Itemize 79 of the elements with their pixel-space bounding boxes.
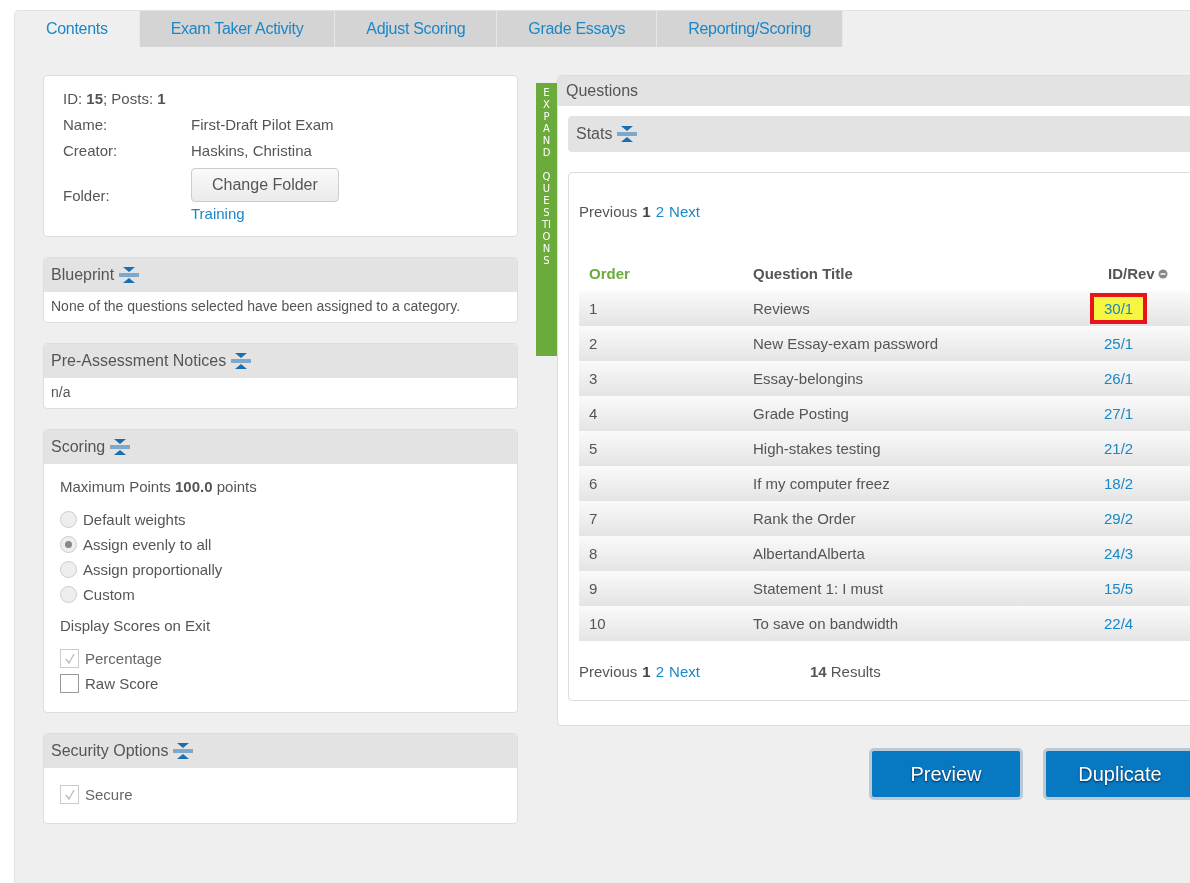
- collapse-icon[interactable]: [118, 266, 141, 284]
- tab[interactable]: Exam Taker Activity: [139, 11, 336, 47]
- display-scores-label: Display Scores on Exit: [60, 617, 212, 634]
- table-cell-text: 10: [589, 615, 607, 632]
- table-cell-text: 4: [589, 405, 599, 422]
- id-rev-link[interactable]: 18/2: [1094, 472, 1144, 495]
- collapse-icon[interactable]: [230, 352, 253, 370]
- table-cell-text: 3: [589, 370, 599, 387]
- expand-questions-tab[interactable]: EXPAND QUESTIONS: [536, 83, 557, 356]
- option-label: Assign proportionally: [83, 561, 223, 578]
- page-link[interactable]: 1: [642, 663, 651, 680]
- radio-button[interactable]: [60, 561, 77, 578]
- option-label: Default weights: [83, 511, 186, 528]
- collapse-icon[interactable]: [172, 742, 195, 760]
- previous-label: Previous: [579, 663, 638, 680]
- id-rev-link[interactable]: 25/1: [1094, 332, 1144, 355]
- section-title: Security Options: [51, 742, 169, 760]
- table-cell-text: 2: [589, 335, 599, 352]
- sort-icon[interactable]: [1157, 268, 1168, 279]
- page-link[interactable]: 2: [655, 663, 665, 680]
- table-cell-text: 1: [589, 300, 599, 317]
- field-label: Name:: [63, 116, 109, 133]
- folder-link[interactable]: Training: [191, 205, 245, 222]
- section-title: Pre-Assessment Notices: [51, 352, 227, 370]
- checkmark-icon: [63, 788, 76, 801]
- page-link[interactable]: 1: [642, 203, 651, 220]
- checkmark-icon: [63, 652, 76, 665]
- id-rev-link[interactable]: 29/2: [1094, 507, 1144, 530]
- section-title: Scoring: [51, 438, 106, 456]
- collapse-icon[interactable]: [616, 125, 639, 143]
- option-label: Secure: [85, 786, 133, 803]
- next-link[interactable]: Next: [669, 663, 700, 680]
- panel-title: Questions: [566, 82, 639, 99]
- field-value: Haskins, Christina: [191, 142, 313, 159]
- table-cell-text: 9: [589, 580, 599, 597]
- next-link[interactable]: Next: [669, 203, 700, 220]
- tab[interactable]: Reporting/Scoring: [657, 11, 844, 47]
- field-label: Creator:: [63, 142, 119, 159]
- table-cell-text: 5: [589, 440, 599, 457]
- checkbox[interactable]: [60, 674, 79, 693]
- option-label: Custom: [83, 586, 135, 603]
- radio-button[interactable]: [60, 536, 77, 553]
- max-points-text: Maximum Points 100.0 points: [60, 478, 258, 495]
- id-rev-link[interactable]: 26/1: [1094, 367, 1144, 390]
- table-cell-text: If my computer freez: [753, 475, 891, 492]
- table-cell-text: 6: [589, 475, 599, 492]
- tab[interactable]: Grade Essays: [497, 11, 658, 47]
- option-label: Assign evenly to all: [83, 536, 212, 553]
- radio-button[interactable]: [60, 511, 77, 528]
- previous-label: Previous: [579, 203, 638, 220]
- action-button[interactable]: Duplicate: [1043, 748, 1190, 800]
- table-cell-text: 7: [589, 510, 599, 527]
- action-button[interactable]: Preview: [869, 748, 1023, 800]
- results-count: 14 Results: [809, 663, 881, 680]
- id-rev-link[interactable]: 27/1: [1094, 402, 1144, 425]
- table-cell-text: Statement 1: I must: [753, 580, 885, 597]
- page-link[interactable]: 2: [655, 203, 665, 220]
- table-cell-text: 8: [589, 545, 599, 562]
- column-header[interactable]: Question Title: [753, 265, 1108, 282]
- section-text: n/a: [51, 384, 71, 400]
- column-header[interactable]: ID/Rev: [1108, 265, 1190, 282]
- tab[interactable]: Contents: [15, 11, 140, 47]
- column-header[interactable]: Order: [589, 265, 753, 282]
- exam-summary: ID: 15; Posts: 1: [63, 90, 167, 107]
- field-value: First-Draft Pilot Exam: [191, 116, 335, 133]
- id-rev-link[interactable]: 24/3: [1094, 542, 1144, 565]
- field-label: Folder:: [63, 186, 111, 204]
- id-rev-link[interactable]: 21/2: [1094, 437, 1144, 460]
- stats-title: Stats: [576, 125, 613, 143]
- id-rev-link[interactable]: 15/5: [1094, 577, 1144, 600]
- collapse-icon[interactable]: [109, 438, 132, 456]
- option-label: Raw Score: [85, 675, 159, 692]
- section-text: None of the questions selected have been assigned to a category.: [51, 298, 461, 314]
- change-folder-button[interactable]: Change Folder: [191, 168, 339, 202]
- radio-button[interactable]: [60, 586, 77, 603]
- id-rev-link[interactable]: 22/4: [1094, 612, 1144, 635]
- tab[interactable]: Adjust Scoring: [335, 11, 498, 47]
- option-label: Percentage: [85, 650, 162, 667]
- section-title: Blueprint: [51, 266, 115, 284]
